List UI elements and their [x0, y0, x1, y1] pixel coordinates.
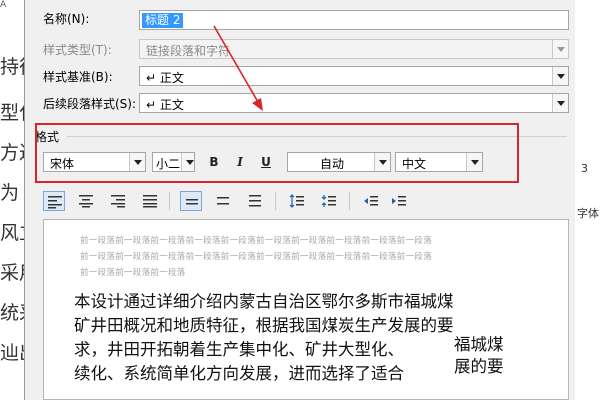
background-text-line: 为 9 — [0, 182, 24, 204]
highlight-annotation-box — [35, 123, 519, 183]
preview-overflow-line: 福城煤 — [454, 335, 504, 354]
chevron-down-icon — [552, 40, 568, 58]
background-top-label: A — [0, 0, 7, 10]
preview-overflow-text: 福城煤 展的要 — [454, 334, 504, 378]
align-center-button[interactable] — [75, 191, 97, 211]
align-right-button[interactable] — [107, 191, 129, 211]
justify-icon — [143, 195, 157, 208]
based-on-label: 样式基准(B): — [43, 70, 113, 84]
double-spacing-icon — [249, 195, 261, 207]
one-half-spacing-icon — [217, 197, 229, 205]
name-input[interactable]: 标题 2 — [139, 10, 569, 30]
style-type-label: 样式类型(T): — [43, 43, 112, 57]
decrease-spacing-icon — [321, 195, 336, 207]
decrease-paragraph-spacing-button[interactable] — [318, 191, 340, 211]
background-text-line: 风立 — [0, 222, 24, 244]
style-type-select: 链接段落和字符 — [139, 39, 569, 59]
background-text-line: 统采 — [0, 302, 24, 324]
background-text-line: 辿出 — [0, 342, 24, 364]
next-style-row: 后续段落样式(S): ↵ 正文 — [25, 91, 575, 113]
preview-previous-paragraph: 前一段落前一段落前一段落前一段落前一段落前一段落前一段落前一段落前一段落前一段落 — [80, 252, 433, 262]
align-left-button[interactable] — [43, 191, 65, 211]
preview-previous-paragraph: 前一段落前一段落前一段落 — [80, 268, 186, 278]
background-document-right: 3 字体 — [574, 0, 600, 400]
single-spacing-icon — [186, 199, 198, 205]
preview-previous-paragraph: 前一段落前一段落前一段落前一段落前一段落前一段落前一段落前一段落前一段落前一段落 — [80, 236, 433, 246]
increase-indent-icon — [392, 196, 406, 206]
chevron-down-icon[interactable] — [552, 94, 568, 112]
background-text-line: 持徉 — [0, 56, 24, 78]
background-text-line: 方过 — [0, 142, 24, 164]
name-value: 标题 2 — [142, 13, 184, 28]
style-type-row: 样式类型(T): 链接段落和字符 — [25, 37, 575, 59]
single-spacing-button[interactable] — [180, 191, 202, 211]
based-on-row: 样式基准(B): ↵ 正文 — [25, 64, 575, 86]
name-row: 名称(N): 标题 2 — [25, 6, 575, 30]
toolbar-separator — [275, 192, 276, 210]
increase-indent-button[interactable] — [388, 191, 410, 211]
chevron-down-icon[interactable] — [552, 67, 568, 85]
double-spacing-button[interactable] — [244, 191, 266, 211]
toolbar-separator — [169, 192, 170, 210]
background-text-line: 型化 — [0, 102, 24, 124]
based-on-value: ↵ 正文 — [146, 71, 184, 85]
align-right-icon — [111, 195, 125, 208]
align-center-icon — [79, 195, 93, 208]
one-half-spacing-button[interactable] — [212, 191, 234, 211]
background-number: 3 — [581, 162, 588, 175]
background-document: A 持徉 型化 方过 为 9 风立 采用 统采 辿出 — [0, 0, 25, 400]
align-left-icon — [48, 196, 62, 209]
toolbar-separator — [349, 192, 350, 210]
background-font-label: 字体 — [577, 207, 599, 220]
style-type-value: 链接段落和字符 — [146, 44, 231, 58]
name-label: 名称(N): — [43, 12, 90, 26]
next-style-label: 后续段落样式(S): — [43, 97, 137, 111]
modify-style-dialog: 名称(N): 标题 2 样式类型(T): 链接段落和字符 样式基准(B): ↵ … — [24, 0, 575, 400]
decrease-indent-icon — [364, 196, 378, 206]
style-preview: 前一段落前一段落前一段落前一段落前一段落前一段落前一段落前一段落前一段落前一段落… — [43, 219, 569, 400]
background-text-line: 采用 — [0, 262, 24, 284]
next-style-value: ↵ 正文 — [146, 98, 184, 112]
decrease-indent-button[interactable] — [360, 191, 382, 211]
increase-spacing-icon — [289, 194, 304, 208]
preview-overflow-line: 展的要 — [454, 357, 504, 376]
increase-paragraph-spacing-button[interactable] — [286, 191, 308, 211]
based-on-select[interactable]: ↵ 正文 — [139, 66, 569, 86]
justify-button[interactable] — [139, 191, 161, 211]
preview-text-line: 本设计通过详细介绍内蒙古自治区鄂尔多斯市福城煤 — [74, 292, 454, 311]
next-style-select[interactable]: ↵ 正文 — [139, 93, 569, 113]
